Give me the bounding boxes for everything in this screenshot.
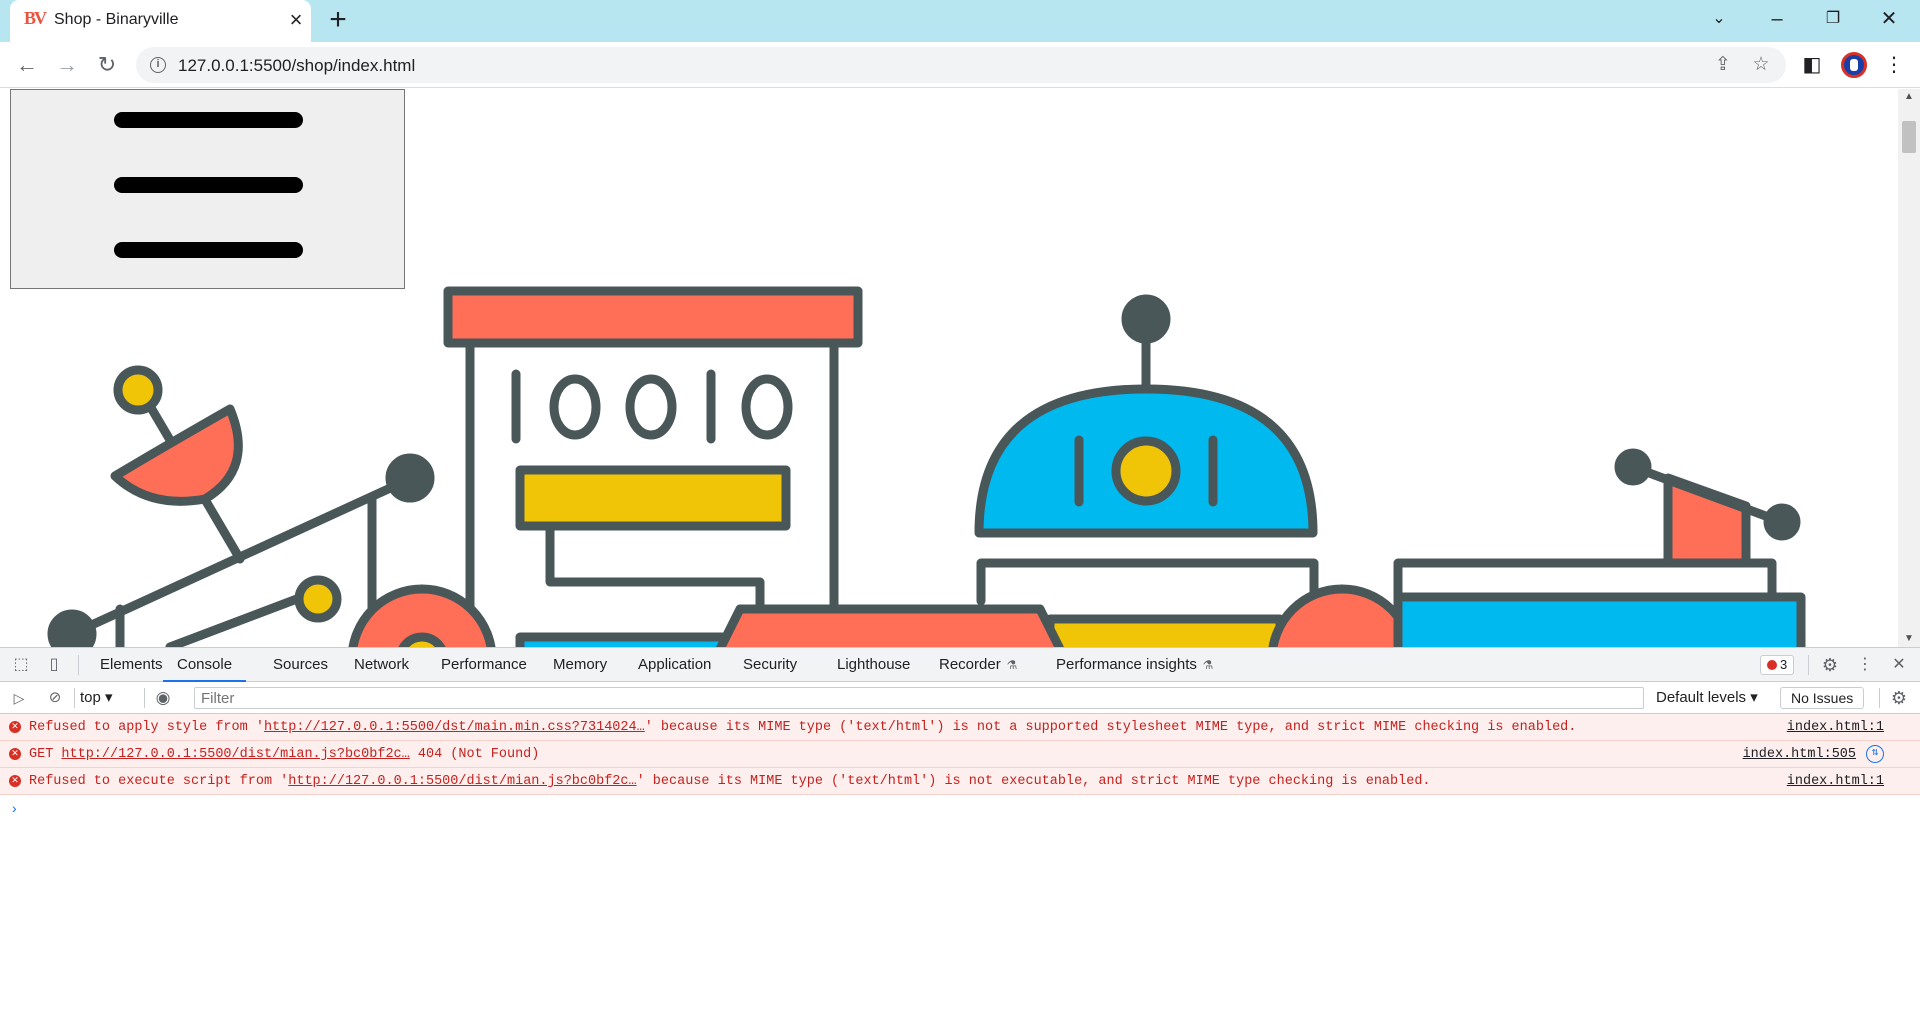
context-select[interactable]: top ▾: [80, 688, 113, 708]
divider: [74, 688, 75, 708]
error-count-badge[interactable]: 3: [1760, 655, 1795, 675]
tab-search-icon[interactable]: ⌄: [1704, 4, 1734, 34]
browser-toolbar: ← → ↻ i 127.0.0.1:5500/shop/index.html ⇪…: [0, 42, 1920, 88]
network-request-icon[interactable]: ⇅: [1866, 745, 1884, 763]
message-text: Refused to apply style from 'http://127.…: [29, 720, 1576, 735]
url-text[interactable]: 127.0.0.1:5500/shop/index.html: [178, 56, 415, 76]
console-prompt-chevron-icon[interactable]: ›: [10, 802, 18, 818]
flask-icon: ⚗: [1202, 658, 1214, 672]
message-prefix: Refused to execute script from ': [29, 774, 289, 789]
scroll-down-icon[interactable]: ▼: [1898, 631, 1920, 647]
scroll-thumb[interactable]: [1902, 121, 1916, 153]
hamburger-menu-button[interactable]: [10, 89, 405, 289]
hamburger-bar: [114, 242, 303, 258]
clear-console-icon[interactable]: ⊘: [45, 688, 65, 708]
tab-recorder[interactable]: Recorder: [939, 648, 1001, 682]
live-expression-eye-icon[interactable]: ◉: [153, 688, 173, 708]
console-filter-input[interactable]: [194, 687, 1644, 709]
console-error-message: ✕ Refused to execute script from 'http:/…: [0, 768, 1920, 795]
console-toolbar: ▷ ⊘ top ▾ ◉ Default levels ▾ No Issues ⚙: [0, 682, 1920, 714]
reload-button[interactable]: ↻: [92, 50, 122, 80]
message-url-link[interactable]: http://127.0.0.1:5500/dst/main.min.css?7…: [264, 720, 645, 735]
divider: [1879, 688, 1880, 708]
message-source-link[interactable]: index.html:1: [1787, 774, 1884, 789]
title-bar: BV Shop - Binaryville × + ⌄ – ❐ ✕: [0, 0, 1920, 42]
tab-title: Shop - Binaryville: [54, 11, 179, 28]
levels-label: Default levels: [1656, 689, 1747, 706]
message-prefix: GET: [29, 747, 62, 762]
divider: [144, 688, 145, 708]
divider: [78, 655, 79, 675]
devtools-tab-bar: ⬚ ▯ Elements Console Sources Network Per…: [0, 648, 1920, 682]
tab-lighthouse[interactable]: Lighthouse: [837, 648, 910, 682]
console-messages: ✕ Refused to apply style from 'http://12…: [0, 714, 1920, 818]
error-icon: ✕: [9, 748, 21, 760]
site-info-icon[interactable]: i: [150, 57, 166, 73]
tab-performance-insights[interactable]: Performance insights: [1056, 648, 1197, 682]
tab-elements[interactable]: Elements: [100, 648, 163, 682]
log-levels-dropdown[interactable]: Default levels ▾: [1656, 688, 1758, 708]
tab-network[interactable]: Network: [354, 648, 409, 682]
console-error-message: ✕ GET http://127.0.0.1:5500/dist/mian.js…: [0, 741, 1920, 768]
error-icon: [1767, 660, 1777, 670]
chrome-menu-icon[interactable]: ⋮: [1881, 52, 1907, 78]
tab-application[interactable]: Application: [638, 648, 711, 682]
error-count: 3: [1780, 657, 1788, 672]
page-scrollbar[interactable]: ▲ ▼: [1898, 89, 1920, 647]
message-source-link[interactable]: index.html:1: [1787, 720, 1884, 735]
hamburger-bar: [114, 177, 303, 193]
message-text: Refused to execute script from 'http://1…: [29, 774, 1431, 789]
error-icon: ✕: [9, 721, 21, 733]
issues-button[interactable]: No Issues: [1780, 687, 1865, 709]
tab-memory[interactable]: Memory: [553, 648, 607, 682]
minimize-button[interactable]: –: [1762, 4, 1792, 34]
divider: [1808, 655, 1809, 675]
inspect-element-icon[interactable]: ⬚: [11, 655, 31, 675]
console-settings-gear-icon[interactable]: ⚙: [1889, 688, 1909, 708]
close-window-button[interactable]: ✕: [1874, 4, 1904, 34]
tab-close-icon[interactable]: ×: [285, 9, 307, 31]
tab-sources[interactable]: Sources: [273, 648, 328, 682]
settings-gear-icon[interactable]: ⚙: [1820, 655, 1840, 675]
tab-console[interactable]: Console: [163, 648, 247, 682]
tab-security[interactable]: Security: [743, 648, 797, 682]
tab-performance[interactable]: Performance: [441, 648, 527, 682]
flask-icon: ⚗: [1006, 658, 1018, 672]
favicon-icon: BV: [24, 8, 47, 28]
message-url-link[interactable]: http://127.0.0.1:5500/dist/mian.js?bc0bf…: [61, 747, 409, 762]
restore-button[interactable]: ❐: [1818, 4, 1848, 34]
address-bar[interactable]: i 127.0.0.1:5500/shop/index.html ⇪ ☆: [136, 47, 1786, 83]
side-panel-icon[interactable]: ◧: [1799, 52, 1825, 78]
message-suffix: ' because its MIME type ('text/html') is…: [644, 720, 1577, 735]
profile-avatar[interactable]: [1841, 52, 1867, 78]
context-value: top: [80, 689, 101, 706]
message-text: GET http://127.0.0.1:5500/dist/mian.js?b…: [29, 747, 539, 762]
message-url-link[interactable]: http://127.0.0.1:5500/dist/mian.js?bc0bf…: [288, 774, 636, 789]
new-tab-button[interactable]: +: [323, 5, 353, 36]
show-sidebar-icon[interactable]: ▷: [9, 688, 29, 708]
message-suffix: ' because its MIME type ('text/html') is…: [636, 774, 1431, 789]
bookmark-star-icon[interactable]: ☆: [1750, 54, 1772, 76]
message-prefix: Refused to apply style from ': [29, 720, 264, 735]
close-devtools-icon[interactable]: ✕: [1889, 655, 1909, 675]
device-toolbar-icon[interactable]: ▯: [44, 655, 64, 675]
hamburger-bar: [114, 112, 303, 128]
console-error-message: ✕ Refused to apply style from 'http://12…: [0, 714, 1920, 741]
more-options-icon[interactable]: ⋮: [1855, 655, 1875, 675]
devtools-panel: ⬚ ▯ Elements Console Sources Network Per…: [0, 647, 1920, 1015]
page-viewport: [0, 89, 1898, 647]
browser-tab[interactable]: BV Shop - Binaryville ×: [10, 0, 311, 42]
back-button[interactable]: ←: [12, 50, 42, 80]
error-icon: ✕: [9, 775, 21, 787]
scroll-up-icon[interactable]: ▲: [1898, 89, 1920, 105]
message-suffix: 404 (Not Found): [409, 747, 540, 762]
forward-button[interactable]: →: [52, 50, 82, 80]
share-icon[interactable]: ⇪: [1712, 54, 1734, 76]
message-source-link[interactable]: index.html:505: [1743, 747, 1856, 762]
